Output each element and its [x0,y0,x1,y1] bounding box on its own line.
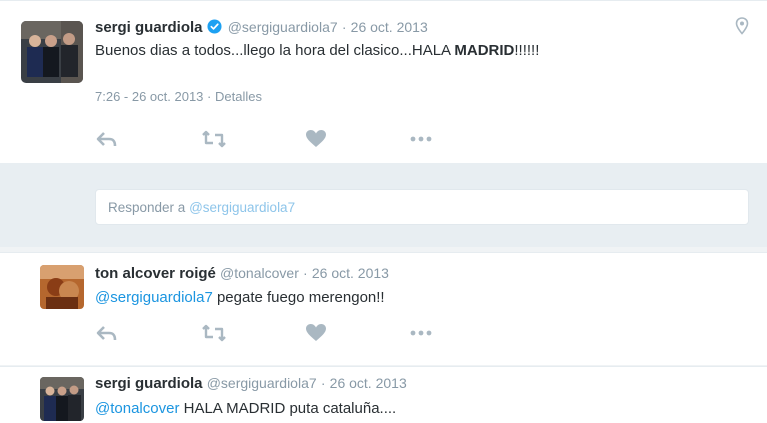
tweet-actions [95,323,455,347]
avatar[interactable] [40,377,84,421]
tweet-main[interactable]: sergi guardiola @sergiguardiola7 · 26 oc… [0,0,767,163]
reply-input[interactable]: Responder a @sergiguardiola7 [95,189,749,225]
verified-badge-icon [207,19,222,34]
author-handle[interactable]: @sergiguardiola7 [228,19,338,35]
mention-link[interactable]: @sergiguardiola7 [95,289,213,306]
reply-prefix: Responder a [108,200,190,215]
author-name[interactable]: sergi guardiola [95,375,203,392]
tweet-reply[interactable]: sergi guardiola @sergiguardiola7 · 26 oc… [0,366,767,423]
location-pin-icon[interactable] [735,17,749,35]
heart-icon[interactable] [305,129,329,151]
separator: · [320,375,326,391]
more-dots-icon[interactable] [409,323,433,345]
separator: · [341,19,347,35]
details-link[interactable]: Detalles [215,89,262,104]
tweet-date[interactable]: 26 oct. 2013 [312,265,389,281]
avatar[interactable] [40,265,84,309]
tweet-text-body: HALA MADRID puta cataluña.... [179,400,397,417]
tweet-date[interactable]: 26 oct. 2013 [330,375,407,391]
author-handle[interactable]: @tonalcover [220,265,299,281]
tweet-text: Buenos dias a todos...llego la hora del … [95,42,539,59]
tweet-header: sergi guardiola @sergiguardiola7 · 26 oc… [95,19,428,36]
separator: · [303,265,308,281]
reply-section: Responder a @sergiguardiola7 [0,163,767,247]
retweet-icon[interactable] [201,323,226,345]
author-handle[interactable]: @sergiguardiola7 [207,375,317,391]
tweet-text-part: Buenos dias a todos...llego la hora del … [95,42,455,59]
retweet-icon[interactable] [201,129,226,151]
more-dots-icon[interactable] [409,129,433,151]
tweet-text-suffix: !!!!!! [514,42,540,59]
author-name[interactable]: sergi guardiola [95,19,203,36]
tweet-text: @tonalcover HALA MADRID puta cataluña...… [95,400,396,417]
tweet-text-body: pegate fuego merengon!! [212,289,385,306]
tweet-text-bold: MADRID [454,42,515,59]
tweet-reply[interactable]: ton alcover roigé @tonalcover · 26 oct. … [0,252,767,365]
tweet-timestamp: 7:26 - 26 oct. 2013 [95,89,204,104]
meta-separator: · [207,89,212,104]
heart-icon[interactable] [305,323,329,345]
reply-mention: @sergiguardiola7 [189,200,296,215]
tweet-meta: 7:26 - 26 oct. 2013 · Detalles [95,89,262,104]
mention-link[interactable]: @tonalcover [95,400,179,417]
tweet-actions [95,129,455,153]
tweet-date[interactable]: 26 oct. 2013 [351,19,428,35]
tweet-header: ton alcover roigé @tonalcover · 26 oct. … [95,265,389,282]
tweet-header: sergi guardiola @sergiguardiola7 · 26 oc… [95,375,407,392]
reply-arrow-icon[interactable] [95,323,119,345]
avatar[interactable] [21,21,83,83]
tweet-text: @sergiguardiola7 pegate fuego merengon!! [95,289,385,306]
author-name[interactable]: ton alcover roigé [95,265,216,282]
reply-arrow-icon[interactable] [95,129,119,151]
